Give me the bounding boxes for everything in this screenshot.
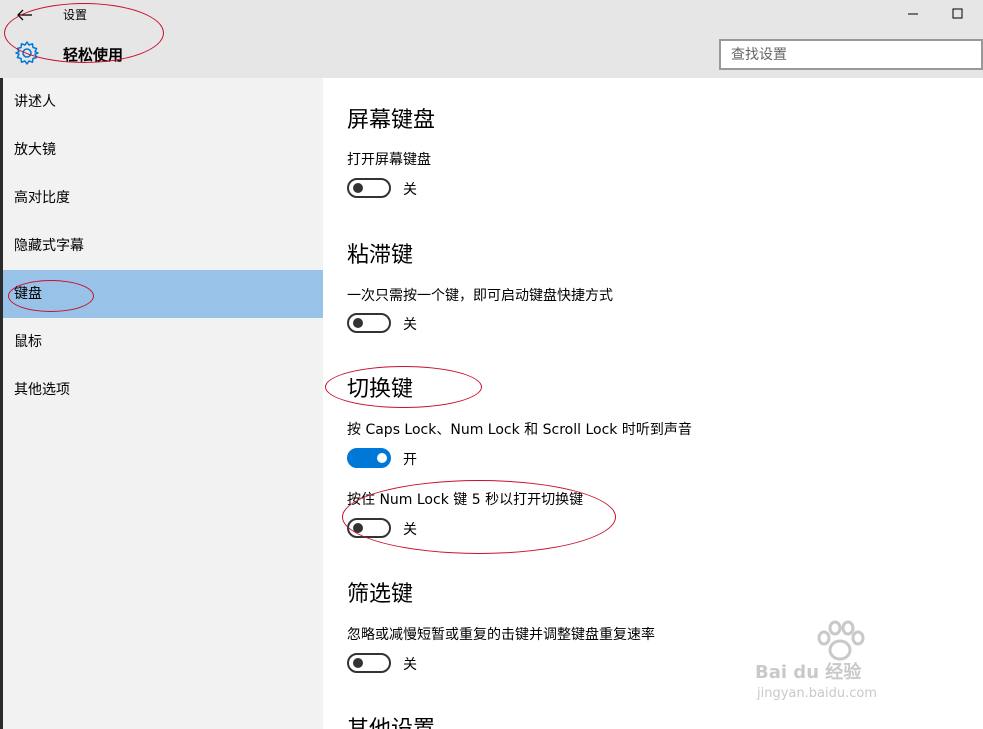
- toggle-state-label: 开: [403, 452, 417, 468]
- back-arrow-icon[interactable]: [14, 4, 36, 26]
- toggle-state-label: 关: [403, 182, 417, 198]
- section-title-filter-keys: 筛选键: [347, 582, 414, 607]
- sidebar-item-other-options[interactable]: 其他选项: [3, 366, 323, 414]
- sidebar-item-keyboard[interactable]: 键盘: [3, 270, 323, 318]
- toggle-knob: [353, 183, 363, 193]
- toggle-knob: [377, 453, 387, 463]
- title-bar: 设置: [0, 0, 983, 30]
- toggle-state-label: 关: [403, 657, 417, 673]
- setting-desc-toggle-keys-sound: 按 Caps Lock、Num Lock 和 Scroll Lock 时听到声音: [347, 422, 692, 438]
- sidebar-item-magnifier[interactable]: 放大镜: [3, 126, 323, 174]
- sidebar-item-high-contrast[interactable]: 高对比度: [3, 174, 323, 222]
- sidebar-item-closed-captions[interactable]: 隐藏式字幕: [3, 222, 323, 270]
- toggle-knob: [353, 658, 363, 668]
- setting-desc-filter-keys: 忽略或减慢短暂或重复的击键并调整键盘重复速率: [347, 627, 655, 643]
- toggle-keys-sound-toggle[interactable]: [347, 448, 391, 468]
- toggle-sticky-keys[interactable]: [347, 313, 391, 333]
- sidebar: 讲述人 放大镜 高对比度 隐藏式字幕 键盘 鼠标 其他选项: [0, 78, 323, 729]
- main-content: 屏幕键盘 打开屏幕键盘 关 粘滞键 一次只需按一个键，即可启动键盘快捷方式 关 …: [323, 78, 983, 729]
- setting-desc-on-screen-keyboard: 打开屏幕键盘: [347, 152, 431, 168]
- section-title-other-settings: 其他设置: [347, 711, 435, 729]
- gear-icon: [14, 40, 40, 66]
- toggle-state-label: 关: [403, 522, 417, 538]
- minimize-icon[interactable]: [890, 0, 936, 30]
- setting-desc-sticky-keys: 一次只需按一个键，即可启动键盘快捷方式: [347, 288, 613, 304]
- toggle-knob: [353, 523, 363, 533]
- maximize-icon[interactable]: [935, 0, 981, 30]
- section-title-sticky-keys: 粘滞键: [347, 243, 414, 268]
- window-title: 设置: [63, 8, 88, 22]
- search-input[interactable]: [719, 39, 983, 70]
- sidebar-item-mouse[interactable]: 鼠标: [3, 318, 323, 366]
- toggle-on-screen-keyboard[interactable]: [347, 178, 391, 198]
- setting-desc-num-lock-hold: 按住 Num Lock 键 5 秒以打开切换键: [347, 492, 584, 508]
- page-header: 轻松使用: [0, 30, 983, 78]
- sidebar-item-narrator[interactable]: 讲述人: [3, 78, 323, 126]
- toggle-knob: [353, 318, 363, 328]
- toggle-filter-keys[interactable]: [347, 653, 391, 673]
- section-title-on-screen-keyboard: 屏幕键盘: [347, 108, 436, 133]
- toggle-num-lock-hold[interactable]: [347, 518, 391, 538]
- toggle-state-label: 关: [403, 317, 417, 333]
- section-title-toggle-keys: 切换键: [347, 377, 414, 402]
- page-title: 轻松使用: [63, 46, 124, 64]
